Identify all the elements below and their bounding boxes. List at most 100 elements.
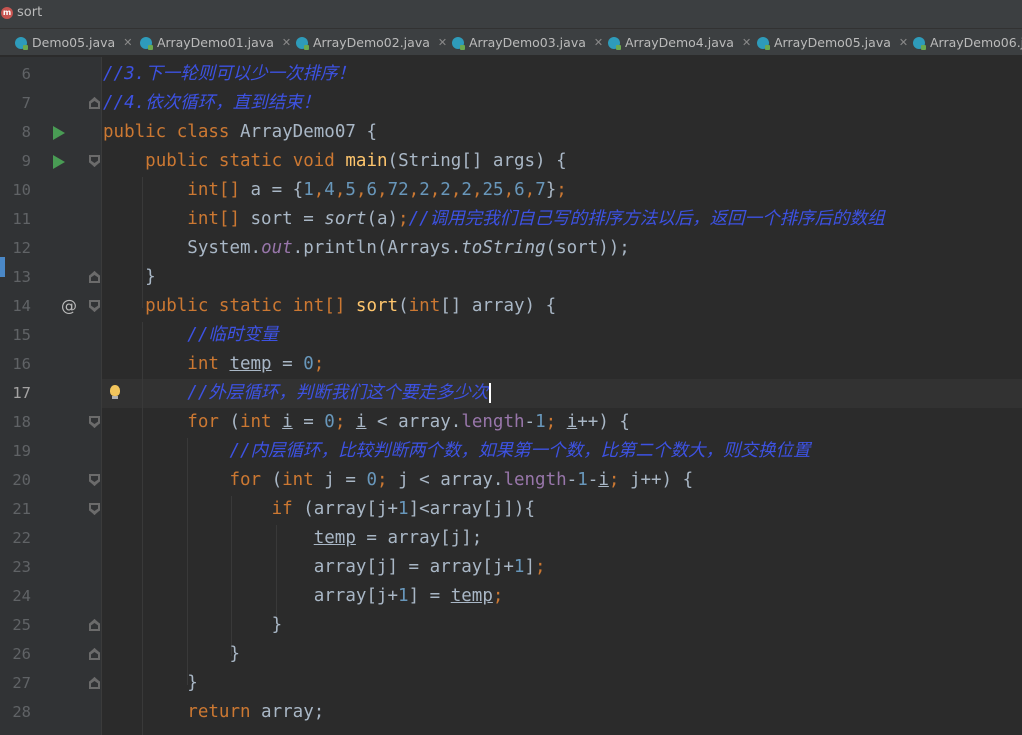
keyword: static bbox=[218, 296, 283, 316]
run-icon[interactable] bbox=[53, 155, 65, 169]
semicolon: ; bbox=[535, 557, 546, 577]
keyword: int[] bbox=[187, 180, 240, 200]
java-class-icon bbox=[296, 36, 309, 50]
fold-start-icon[interactable] bbox=[89, 503, 100, 515]
tab-arraydemo01[interactable]: ArrayDemo01.java ✕ bbox=[140, 29, 291, 55]
code-text: } bbox=[103, 263, 156, 292]
code-text: } bbox=[103, 640, 240, 669]
code-token: System. bbox=[187, 238, 262, 258]
class-name: ArrayDemo07 bbox=[240, 122, 356, 142]
tab-label: ArrayDemo4.java bbox=[625, 35, 734, 50]
code-token: array; bbox=[250, 702, 325, 722]
code-line: 12 System.out.println(Arrays.toString(so… bbox=[0, 234, 1022, 263]
code-editor[interactable]: 6 //3.下一轮则可以少一次排序！ 7 //4.依次循环，直到结束！ 8 pu… bbox=[0, 57, 1022, 735]
code-token: .println(Arrays. bbox=[292, 238, 462, 258]
fold-start-icon[interactable] bbox=[89, 300, 100, 312]
code-token: [] array) { bbox=[440, 296, 557, 316]
tab-demo05[interactable]: Demo05.java ✕ bbox=[15, 29, 132, 55]
static-field: out bbox=[261, 238, 293, 258]
comment: //外层循环，判断我们这个要走多少次 bbox=[187, 383, 489, 403]
window-title: sort bbox=[17, 5, 43, 20]
number: 72 bbox=[387, 180, 409, 200]
annotation-icon[interactable]: @ bbox=[61, 294, 77, 318]
fold-start-icon[interactable] bbox=[89, 155, 100, 167]
variable: j bbox=[398, 470, 409, 490]
keyword: for bbox=[187, 412, 219, 432]
close-icon[interactable]: ✕ bbox=[438, 36, 447, 49]
tab-arraydemo02[interactable]: ArrayDemo02.java ✕ bbox=[296, 29, 447, 55]
code-line: 16 int temp = 0; bbox=[0, 350, 1022, 379]
tab-label: ArrayDemo06.java bbox=[930, 35, 1022, 50]
keyword: public bbox=[145, 151, 209, 171]
code-token: a = { bbox=[239, 180, 304, 200]
number: 4 bbox=[324, 180, 335, 200]
close-icon[interactable]: ✕ bbox=[123, 36, 132, 49]
tab-arraydemo05[interactable]: ArrayDemo05.java ✕ bbox=[757, 29, 908, 55]
tab-label: ArrayDemo03.java bbox=[469, 35, 586, 50]
number: 5 bbox=[345, 180, 356, 200]
semicolon: ; bbox=[398, 209, 409, 229]
code-line: 11 int[] sort = sort(a);//调用完我们自己写的排序方法以… bbox=[0, 205, 1022, 234]
semicolon: ; bbox=[313, 354, 325, 374]
number: 2 bbox=[419, 180, 430, 200]
number: 0 bbox=[303, 354, 314, 374]
fold-start-icon[interactable] bbox=[89, 416, 100, 428]
code-text: //外层循环，判断我们这个要走多少次 bbox=[103, 379, 492, 408]
comma: , bbox=[377, 180, 388, 200]
code-text: //临时变量 bbox=[103, 321, 278, 350]
code-text: public class ArrayDemo07 { bbox=[103, 118, 377, 147]
keyword: static bbox=[218, 151, 283, 171]
line-number: 14 bbox=[12, 297, 31, 315]
code-line-current: 17 //外层循环，判断我们这个要走多少次 bbox=[0, 379, 1022, 408]
fold-end-icon[interactable] bbox=[89, 271, 100, 283]
code-token: ]<array[j]){ bbox=[408, 499, 535, 519]
comma: , bbox=[334, 180, 346, 200]
variable: i bbox=[598, 470, 609, 490]
code-line: 10 int[] a = {1,4,5,6,72,2,2,2,25,6,7}; bbox=[0, 176, 1022, 205]
code-text: for (int i = 0; i < array.length-1; i++)… bbox=[103, 408, 630, 437]
fold-start-icon[interactable] bbox=[89, 474, 100, 486]
number: 1 bbox=[577, 470, 588, 490]
code-line: 24 array[j+1] = temp; bbox=[0, 582, 1022, 611]
tab-arraydemo4[interactable]: ArrayDemo4.java ✕ bbox=[608, 29, 751, 55]
code-token: < bbox=[408, 470, 441, 490]
code-token: = bbox=[334, 470, 367, 490]
code-line: 19 //内层循环，比较判断两个数，如果第一个数，比第二个数大，则交换位置 bbox=[0, 437, 1022, 466]
code-token: < bbox=[366, 412, 399, 432]
code-text: //3.下一轮则可以少一次排序！ bbox=[103, 60, 355, 89]
tab-arraydemo03[interactable]: ArrayDemo03.java ✕ bbox=[452, 29, 603, 55]
line-number: 25 bbox=[12, 616, 31, 634]
code-line: 15 //临时变量 bbox=[0, 321, 1022, 350]
variable: i bbox=[566, 412, 578, 432]
close-icon[interactable]: ✕ bbox=[282, 36, 291, 49]
code-token: . bbox=[492, 470, 504, 490]
keyword: int[] bbox=[187, 209, 240, 229]
tab-label: Demo05.java bbox=[32, 35, 116, 50]
fold-end-icon[interactable] bbox=[89, 619, 100, 631]
comment: //内层循环，比较判断两个数，如果第一个数，比第二个数大，则交换位置 bbox=[229, 441, 811, 461]
line-number: 16 bbox=[12, 355, 31, 373]
fold-end-icon[interactable] bbox=[89, 97, 100, 109]
code-token: ] = bbox=[408, 586, 451, 606]
close-icon[interactable]: ✕ bbox=[742, 36, 751, 49]
keyword: int bbox=[187, 354, 219, 374]
code-token: . bbox=[450, 412, 462, 432]
text-cursor bbox=[489, 383, 492, 403]
run-icon[interactable] bbox=[53, 126, 65, 140]
fold-end-icon[interactable] bbox=[89, 648, 100, 660]
line-number: 8 bbox=[21, 123, 31, 141]
keyword: if bbox=[271, 499, 293, 519]
line-number: 28 bbox=[12, 703, 31, 721]
keyword: int[] bbox=[292, 296, 346, 316]
keyword: return bbox=[187, 702, 251, 722]
code-token: sort = bbox=[239, 209, 325, 229]
fold-end-icon[interactable] bbox=[89, 677, 100, 689]
number: 1 bbox=[303, 180, 314, 200]
number: 2 bbox=[440, 180, 451, 200]
semicolon: ; bbox=[376, 470, 399, 490]
variable: temp bbox=[229, 354, 272, 374]
tab-arraydemo06[interactable]: ArrayDemo06.java bbox=[913, 29, 1022, 55]
close-icon[interactable]: ✕ bbox=[899, 36, 908, 49]
comma: , bbox=[313, 180, 325, 200]
close-icon[interactable]: ✕ bbox=[594, 36, 603, 49]
